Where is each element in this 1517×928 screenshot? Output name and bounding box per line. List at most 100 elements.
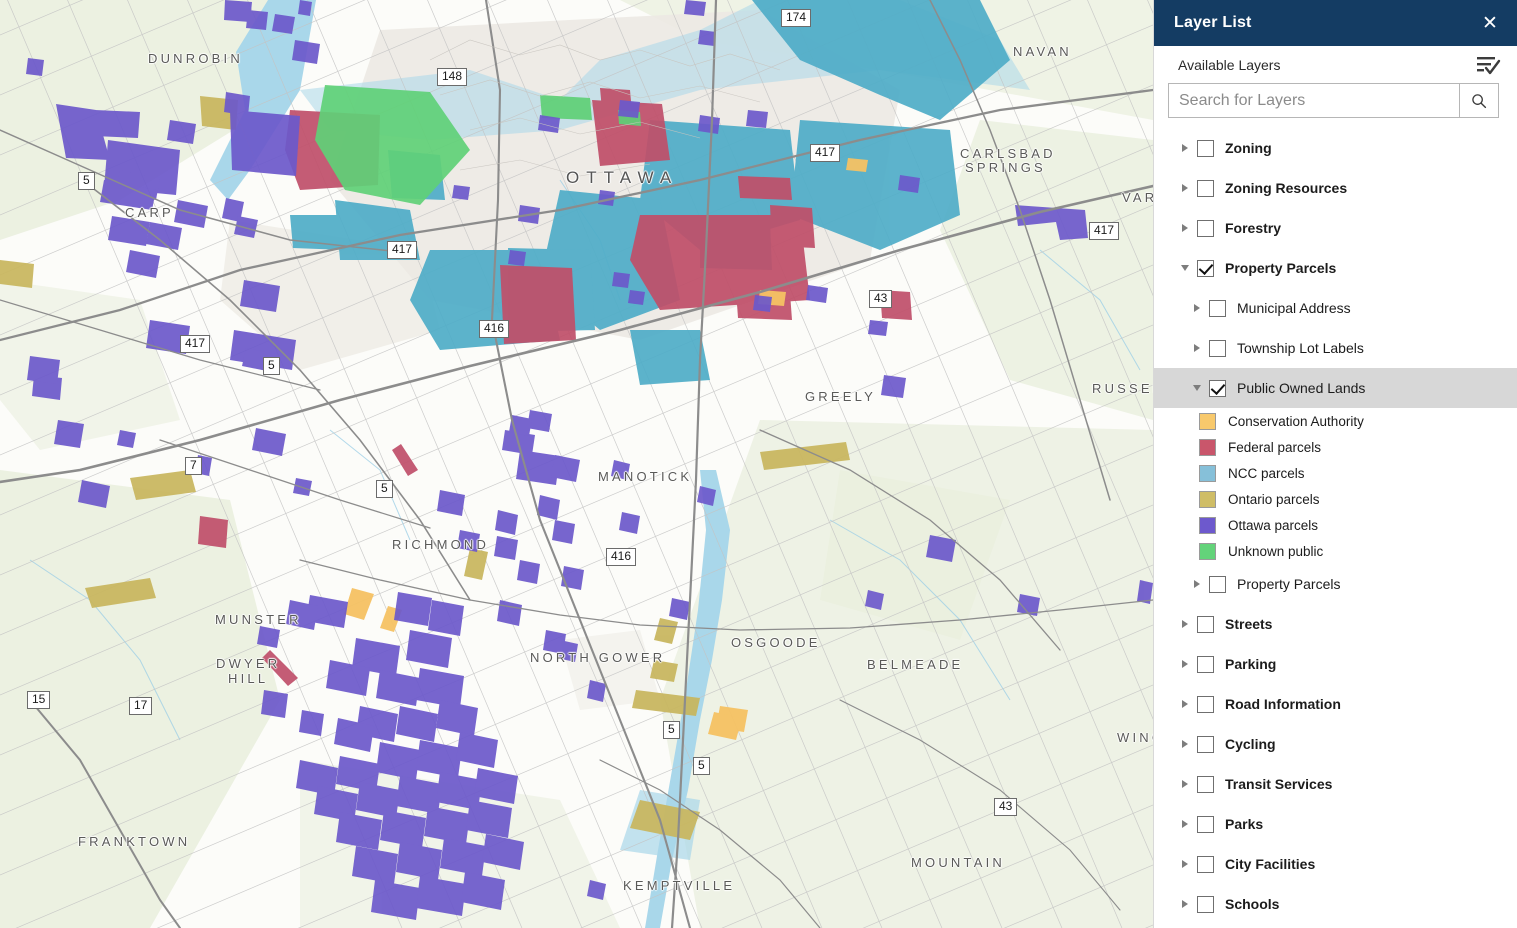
chevron-right-icon[interactable]	[1178, 144, 1192, 152]
legend-item-federal-parcels: Federal parcels	[1154, 434, 1517, 460]
legend-label: Unknown public	[1228, 543, 1324, 559]
highway-shield: 416	[606, 548, 637, 566]
layer-item-property-parcels[interactable]: Property Parcels	[1154, 564, 1517, 604]
layer-checkbox-transit-services[interactable]	[1197, 775, 1214, 793]
map-canvas[interactable]: DUNROBIN CARP OTTAWA NAVAN CARLSBAD SPRINGS VA…	[0, 0, 1153, 928]
available-layers-label: Available Layers	[1178, 56, 1281, 73]
layer-label: Schools	[1225, 896, 1280, 912]
layer-checkbox-parks[interactable]	[1197, 815, 1214, 833]
map-graphics	[0, 0, 1153, 928]
layer-checkbox-property-parcels[interactable]	[1197, 259, 1214, 277]
layer-list-panel: Layer List ✕ Available Layers ZoningZo	[1153, 0, 1517, 928]
layer-checkbox-schools[interactable]	[1197, 895, 1214, 913]
close-icon[interactable]: ✕	[1477, 10, 1503, 36]
legend-label: Ottawa parcels	[1228, 517, 1319, 533]
layer-checkbox-property-parcels[interactable]	[1209, 575, 1226, 593]
chevron-right-icon[interactable]	[1178, 780, 1192, 788]
layer-label: Parking	[1225, 656, 1277, 672]
layer-label: Zoning	[1225, 140, 1272, 156]
chevron-down-icon[interactable]	[1178, 265, 1192, 271]
chevron-right-icon[interactable]	[1178, 660, 1192, 668]
layer-item-transit-services[interactable]: Transit Services	[1154, 764, 1517, 804]
layer-item-municipal-address[interactable]: Municipal Address	[1154, 288, 1517, 328]
layer-label: Forestry	[1225, 220, 1282, 236]
layer-label: Cycling	[1225, 736, 1276, 752]
highway-shield: 17	[129, 697, 153, 715]
highway-shield: 417	[180, 335, 211, 353]
layer-item-city-facilities[interactable]: City Facilities	[1154, 844, 1517, 884]
highway-shield: 15	[27, 691, 51, 709]
legend-label: NCC parcels	[1228, 465, 1305, 481]
chevron-right-icon[interactable]	[1190, 580, 1204, 588]
layer-item-road-information[interactable]: Road Information	[1154, 684, 1517, 724]
legend-item-ontario-parcels: Ontario parcels	[1154, 486, 1517, 512]
layer-checkbox-zoning[interactable]	[1197, 139, 1214, 157]
layer-label: Parks	[1225, 816, 1264, 832]
highway-shield: 174	[781, 9, 812, 27]
layer-checkbox-forestry[interactable]	[1197, 219, 1214, 237]
layer-item-forestry[interactable]: Forestry	[1154, 208, 1517, 248]
legend-swatch	[1199, 412, 1216, 430]
magnifier-glyph	[1472, 93, 1487, 108]
legend-label: Ontario parcels	[1228, 491, 1320, 507]
legend-swatch	[1199, 438, 1216, 456]
chevron-down-icon[interactable]	[1190, 385, 1204, 391]
layer-item-zoning-resources[interactable]: Zoning Resources	[1154, 168, 1517, 208]
chevron-right-icon[interactable]	[1178, 740, 1192, 748]
search-row	[1154, 83, 1517, 118]
layer-checkbox-municipal-address[interactable]	[1209, 299, 1226, 317]
layer-item-zoning[interactable]: Zoning	[1154, 128, 1517, 168]
highway-shield: 5	[693, 757, 710, 775]
chevron-right-icon[interactable]	[1178, 700, 1192, 708]
highway-shield: 43	[869, 290, 893, 308]
search-icon[interactable]	[1459, 83, 1499, 118]
chevron-right-icon[interactable]	[1178, 900, 1192, 908]
list-check-filter-icon[interactable]	[1475, 54, 1501, 76]
chevron-right-icon[interactable]	[1178, 224, 1192, 232]
layer-item-property-parcels[interactable]: Property Parcels	[1154, 248, 1517, 288]
layer-item-cycling[interactable]: Cycling	[1154, 724, 1517, 764]
search-input[interactable]	[1168, 83, 1459, 118]
highway-shield: 416	[479, 320, 510, 338]
layer-checkbox-streets[interactable]	[1197, 615, 1214, 633]
layer-label: Public Owned Lands	[1237, 380, 1366, 396]
available-layers-bar: Available Layers	[1154, 46, 1517, 83]
layer-item-streets[interactable]: Streets	[1154, 604, 1517, 644]
chevron-right-icon[interactable]	[1190, 344, 1204, 352]
highway-shield: 5	[263, 357, 280, 375]
layer-checkbox-parking[interactable]	[1197, 655, 1214, 673]
chevron-right-icon[interactable]	[1178, 620, 1192, 628]
chevron-right-icon[interactable]	[1178, 184, 1192, 192]
panel-header: Layer List ✕	[1154, 0, 1517, 46]
layer-label: Municipal Address	[1237, 300, 1351, 316]
chevron-right-icon[interactable]	[1190, 304, 1204, 312]
highway-shield: 148	[437, 68, 468, 86]
layer-checkbox-cycling[interactable]	[1197, 735, 1214, 753]
layer-checkbox-public-owned-lands[interactable]	[1209, 379, 1226, 397]
layer-list-scroll[interactable]: Zoning Zoning Resources Forestry Property P…	[1154, 128, 1517, 928]
layer-label: City Facilities	[1225, 856, 1316, 872]
layer-item-parking[interactable]: Parking	[1154, 644, 1517, 684]
legend-item-conservation-authority: Conservation Authority	[1154, 408, 1517, 434]
layer-label: Streets	[1225, 616, 1273, 632]
legend-item-unknown-public: Unknown public	[1154, 538, 1517, 564]
highway-shield: 417	[387, 241, 418, 259]
layer-list: Zoning Zoning Resources Forestry Property P…	[1154, 128, 1517, 924]
chevron-right-icon[interactable]	[1178, 820, 1192, 828]
panel-title: Layer List	[1174, 14, 1252, 31]
layer-item-township-lot-labels[interactable]: Township Lot Labels	[1154, 328, 1517, 368]
highway-shield: 5	[78, 172, 95, 190]
layer-checkbox-township-lot-labels[interactable]	[1209, 339, 1226, 357]
layer-item-parks[interactable]: Parks	[1154, 804, 1517, 844]
highway-shield: 43	[994, 798, 1018, 816]
highway-shield: 417	[1089, 222, 1120, 240]
layer-checkbox-city-facilities[interactable]	[1197, 855, 1214, 873]
layer-label: Zoning Resources	[1225, 180, 1348, 196]
layer-label: Township Lot Labels	[1237, 340, 1364, 356]
layer-item-schools[interactable]: Schools	[1154, 884, 1517, 924]
layer-item-public-owned-lands[interactable]: Public Owned Lands	[1154, 368, 1517, 408]
layer-checkbox-road-information[interactable]	[1197, 695, 1214, 713]
layer-checkbox-zoning-resources[interactable]	[1197, 179, 1214, 197]
highway-shield: 5	[663, 721, 680, 739]
chevron-right-icon[interactable]	[1178, 860, 1192, 868]
